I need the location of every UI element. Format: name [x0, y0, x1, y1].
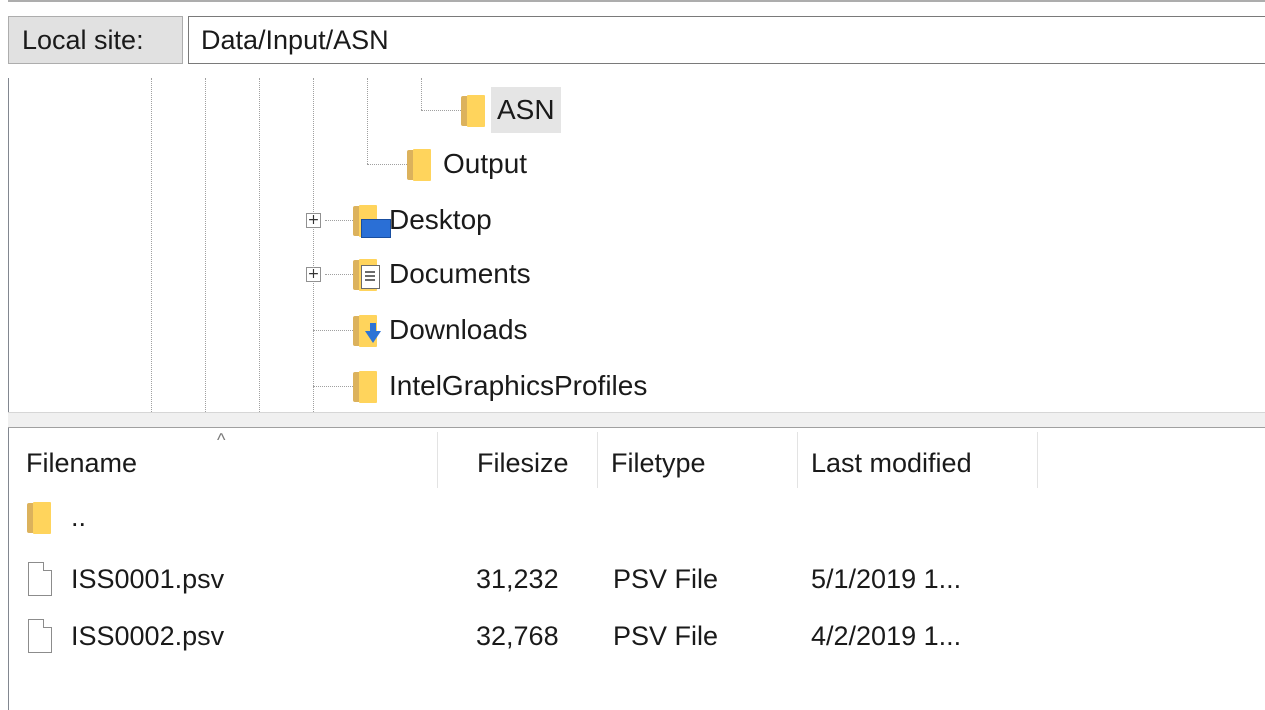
tree-guide-line — [259, 78, 260, 412]
local-path-input[interactable]: Data/Input/ASN — [188, 16, 1265, 64]
tree-guide-line — [205, 78, 206, 412]
expand-desktop-icon[interactable]: + — [306, 213, 321, 228]
tree-node-desktop[interactable]: Desktop — [351, 193, 498, 247]
tree-guide-line — [325, 220, 353, 221]
column-divider[interactable] — [1037, 432, 1038, 488]
file-type: PSV File — [613, 621, 719, 651]
file-size: 32,768 — [476, 621, 559, 651]
file-row-parent[interactable]: .. — [9, 490, 1265, 544]
file-icon — [28, 562, 52, 596]
tree-guide-line — [421, 110, 461, 111]
tree-node-label: Output — [443, 148, 528, 179]
tree-node-downloads[interactable]: Downloads — [351, 303, 534, 357]
local-file-list[interactable]: ^ Filename Filesize Filetype Last modifi… — [8, 428, 1265, 710]
expand-documents-icon[interactable]: + — [306, 267, 321, 282]
documents-folder-icon — [351, 257, 380, 291]
tree-guide-line — [313, 330, 353, 331]
tree-node-label: Desktop — [389, 204, 492, 235]
file-name: .. — [71, 502, 87, 532]
file-size: 31,232 — [476, 564, 559, 594]
downloads-folder-icon — [351, 313, 381, 347]
tree-node-asn[interactable]: ASN — [459, 83, 561, 137]
tree-node-label: Downloads — [389, 314, 528, 345]
tree-node-intelgraphicsprofiles[interactable]: IntelGraphicsProfiles — [351, 359, 653, 412]
file-name: ISS0001.psv — [71, 564, 225, 594]
file-modified: 5/1/2019 1... — [811, 564, 962, 594]
folder-icon — [459, 93, 487, 127]
file-modified: 4/2/2019 1... — [811, 621, 962, 651]
tree-node-documents[interactable]: Documents — [351, 247, 537, 301]
folder-icon — [351, 369, 379, 403]
column-header-filetype[interactable]: Filetype — [611, 428, 706, 490]
tree-guide-line — [313, 386, 353, 387]
tree-node-label: IntelGraphicsProfiles — [389, 370, 648, 401]
column-header-last-modified[interactable]: Last modified — [811, 428, 972, 490]
local-site-label: Local site: — [8, 16, 183, 64]
tree-guide-line — [367, 164, 407, 165]
tree-node-output[interactable]: Output — [405, 137, 533, 191]
folder-icon — [405, 147, 433, 181]
tree-guide-line — [421, 78, 422, 110]
file-icon — [28, 619, 52, 653]
file-row[interactable]: ISS0001.psv 31,232 PSV File 5/1/2019 1..… — [9, 552, 1265, 606]
column-divider[interactable] — [797, 432, 798, 488]
file-name: ISS0002.psv — [71, 621, 225, 651]
column-divider[interactable] — [597, 432, 598, 488]
tree-guide-line — [367, 78, 368, 164]
tree-guide-line — [151, 78, 152, 412]
sort-ascending-icon: ^ — [217, 430, 226, 450]
file-list-header: ^ Filename Filesize Filetype Last modifi… — [9, 428, 1265, 490]
tree-guide-line — [313, 78, 314, 412]
tree-guide-line — [325, 274, 353, 275]
pane-splitter[interactable] — [8, 412, 1265, 429]
file-type: PSV File — [613, 564, 719, 594]
file-row[interactable]: ISS0002.psv 32,768 PSV File 4/2/2019 1..… — [9, 609, 1265, 663]
folder-icon — [25, 500, 53, 534]
column-header-filesize[interactable]: Filesize — [477, 428, 569, 490]
local-site-bar: Local site: Data/Input/ASN — [8, 0, 1265, 78]
tree-node-label: ASN — [491, 87, 561, 133]
column-divider[interactable] — [437, 432, 438, 488]
column-header-filename[interactable]: Filename — [26, 428, 137, 490]
local-directory-tree[interactable]: + + ASN Output Desktop Documents Downloa… — [8, 78, 1265, 412]
tree-node-label: Documents — [389, 258, 531, 289]
desktop-folder-icon — [351, 203, 391, 238]
